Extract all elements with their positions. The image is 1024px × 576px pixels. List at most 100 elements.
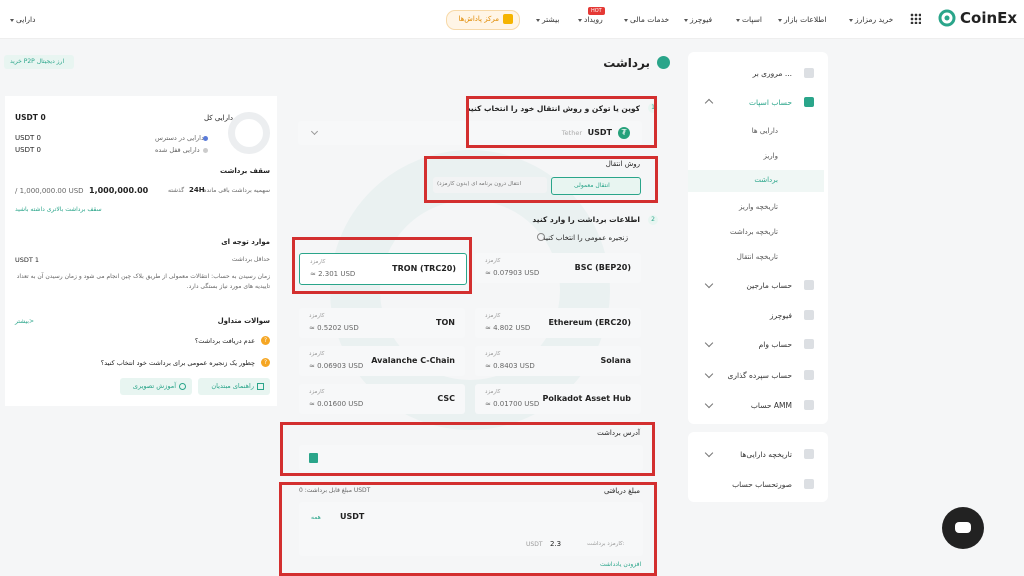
sidebar-item[interactable]: تاریخچه دارایی‌ها — [740, 450, 792, 459]
network-option[interactable]: BSC (BEP20) کارمزد ≈ 0.07903 USD — [475, 253, 641, 283]
sidebar-item[interactable]: فیوچرز — [770, 311, 792, 320]
highlight-transfer-method — [424, 156, 658, 203]
network-name: Solana — [600, 356, 632, 365]
video-tutorial-button[interactable]: آموزش تصویری — [120, 378, 192, 395]
top-navbar: CoinEx خرید رمزارز اطلاعات بازار اسپات فیوچ… — [0, 0, 1024, 39]
page-title-text: برداشت — [603, 56, 650, 70]
limit-increase-link[interactable]: سقف برداشت بالاتری داشته باشید — [15, 206, 102, 213]
frozen-value: USDT 0 — [15, 146, 41, 154]
sidebar-item[interactable]: مروری بر ... — [753, 69, 792, 78]
network-option[interactable]: CSC کارمزد ≈ 0.01600 USD — [299, 384, 465, 414]
nav-item[interactable]: خرید رمزارز — [849, 15, 893, 24]
network-fee-label: کارمزد — [485, 351, 501, 357]
notes-title: موارد توجه ای — [221, 238, 270, 246]
chain-prompt: زنجیره عمومی را انتخاب کنید — [542, 234, 628, 242]
sidebar-icon — [804, 400, 814, 410]
apps-grid-icon[interactable] — [910, 13, 921, 24]
faq-more-link[interactable]: بیشتر> — [15, 318, 34, 325]
network-fee-label: کارمزد — [309, 389, 325, 395]
faq-title: سوالات متداول — [217, 317, 270, 325]
network-fee: ≈ 0.01700 USD — [485, 400, 540, 408]
network-fee: ≈ 0.01600 USD — [309, 400, 364, 408]
coinex-logo[interactable]: CoinEx — [938, 9, 1018, 29]
network-fee: ≈ 0.07903 USD — [485, 269, 540, 277]
network-name: Avalanche C-Chain — [371, 356, 455, 365]
nav-item[interactable]: اسپات — [736, 15, 762, 24]
beginner-guide-button[interactable]: راهنمای مبتدیان — [198, 378, 270, 395]
caret-down-icon — [624, 18, 628, 22]
min-withdraw-label: حداقل برداشت — [231, 256, 270, 263]
sidebar-item[interactable]: حساب مارجین — [746, 281, 792, 290]
network-fee-label: کارمزد — [309, 313, 325, 319]
nav-item[interactable]: رویداد HOT — [578, 7, 605, 24]
network-option[interactable]: Avalanche C-Chain کارمزد ≈ 0.06903 USD — [299, 346, 465, 376]
network-fee: ≈ 4.802 USD — [485, 324, 531, 332]
assets-menu[interactable]: دارایی — [10, 15, 35, 24]
faq-item[interactable]: عدم دریافت برداشت؟ — [195, 337, 255, 345]
p2p-label: خرید P2P ارز دیجیتال — [10, 58, 65, 65]
nav-item[interactable]: خدمات مالی — [624, 15, 669, 24]
highlight-coin-select — [466, 96, 657, 148]
sidebar-icon — [804, 479, 814, 489]
network-fee-label: کارمزد — [485, 313, 501, 319]
nav-label: خرید رمزارز — [855, 15, 894, 24]
sidebar-item[interactable]: برداشت — [754, 176, 778, 184]
page-title: برداشت — [600, 54, 672, 72]
logo-text: CoinEx — [960, 9, 1018, 27]
network-option[interactable]: TON کارمزد ≈ 0.5202 USD — [299, 308, 465, 338]
sidebar-item[interactable]: دارایی ها — [752, 127, 778, 135]
chevron-down-icon[interactable] — [704, 399, 714, 409]
question-icon: ? — [261, 336, 270, 345]
limit-label: سهمیه برداشت باقی مانده — [203, 187, 270, 194]
sidebar-item[interactable]: تاریخچه انتقال — [737, 253, 778, 261]
video-label: آموزش تصویری — [132, 382, 176, 390]
sidebar-icon — [804, 68, 814, 78]
step-2-title: اطلاعات برداشت را وارد کنید — [532, 215, 640, 224]
chevron-down-icon[interactable] — [704, 279, 714, 289]
network-option[interactable]: Solana کارمزد ≈ 0.8403 USD — [475, 346, 641, 376]
network-option[interactable]: Polkadot Asset Hub کارمزد ≈ 0.01700 USD — [475, 384, 641, 414]
nav-item[interactable]: فیوچرز — [684, 15, 712, 24]
withdraw-icon — [657, 56, 670, 69]
network-name: CSC — [437, 394, 455, 403]
network-fee-label: کارمزد — [309, 351, 325, 357]
faq-item[interactable]: چطور یک زنجیره عمومی برای برداشت خود انت… — [101, 359, 255, 367]
sidebar-item[interactable]: حساب سپرده گذاری — [728, 371, 792, 380]
caret-down-icon — [578, 18, 582, 22]
chevron-down-icon[interactable] — [704, 338, 714, 348]
sidebar-icon — [804, 310, 814, 320]
info-icon[interactable] — [537, 233, 545, 241]
chevron-down-icon[interactable] — [704, 369, 714, 379]
nav-item[interactable]: اطلاعات بازار — [778, 15, 826, 24]
nav-label: بیشتر — [542, 15, 560, 24]
caret-down-icon — [736, 18, 740, 22]
support-chat-button[interactable] — [942, 507, 984, 549]
rewards-center-button[interactable]: مرکز پاداش‌ها — [446, 10, 520, 30]
network-fee: ≈ 0.8403 USD — [485, 362, 535, 370]
sidebar-item[interactable]: صورتحساب حساب — [732, 480, 792, 489]
sidebar-item[interactable]: تاریخچه برداشت — [730, 228, 778, 236]
total-assets-label: دارایی کل — [204, 114, 234, 122]
sidebar-icon — [804, 339, 814, 349]
highlight-trc20 — [292, 237, 472, 294]
sidebar-icon — [804, 449, 814, 459]
sidebar-icon — [804, 370, 814, 380]
nav-item[interactable]: بیشتر — [536, 15, 559, 24]
sidebar-item[interactable]: واریز — [763, 152, 778, 160]
network-name: Polkadot Asset Hub — [542, 394, 631, 403]
chevron-down-icon[interactable] — [704, 448, 714, 458]
sidebar-item[interactable]: تاریخچه واریز — [739, 203, 778, 211]
chevron-up-icon[interactable] — [704, 98, 714, 108]
limit-value: 1,000,000.00 — [89, 186, 149, 195]
limit-title: سقف برداشت — [220, 167, 270, 175]
p2p-buy-button[interactable]: خرید P2P ارز دیجیتال — [4, 55, 74, 69]
nav-label: اطلاعات بازار — [784, 15, 827, 24]
sidebar-item[interactable]: حساب اسپات — [749, 98, 792, 107]
frozen-label: دارایی قفل شده — [155, 146, 200, 154]
highlight-amount — [279, 482, 657, 576]
sidebar-item[interactable]: حساب AMM — [751, 401, 792, 410]
network-option[interactable]: Ethereum (ERC20) کارمزد ≈ 4.802 USD — [475, 308, 641, 338]
question-icon: ? — [261, 358, 270, 367]
nav-label: رویداد — [584, 15, 603, 24]
sidebar-item[interactable]: حساب وام — [759, 340, 792, 349]
